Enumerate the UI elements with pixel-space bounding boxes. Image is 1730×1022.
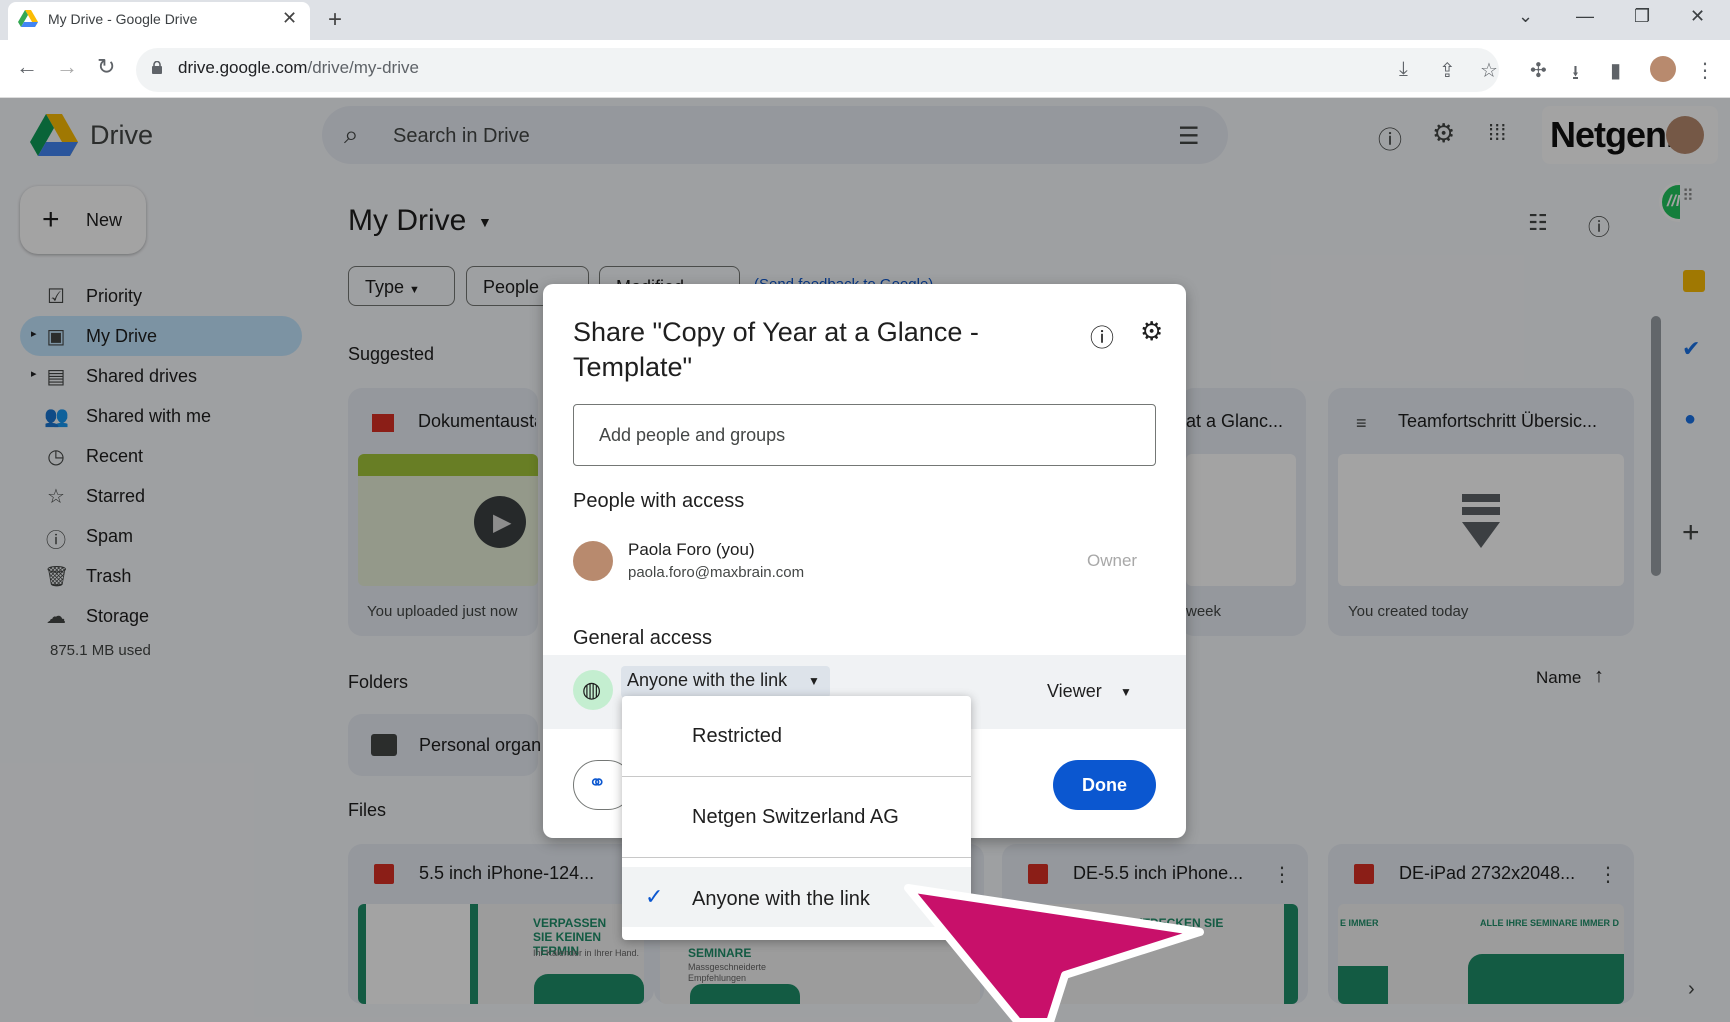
menu-item-restricted[interactable] <box>622 700 971 772</box>
reload-icon[interactable]: ↻ <box>97 54 115 80</box>
lock-icon <box>152 61 162 74</box>
person-avatar <box>573 541 613 581</box>
menu-item-label: Netgen Switzerland AG <box>692 806 899 828</box>
done-button[interactable]: Done <box>1053 760 1156 810</box>
role-dropdown-arrow-icon[interactable]: ▼ <box>1120 685 1132 699</box>
menu-item-label: Anyone with the link <box>692 888 870 910</box>
access-level-value: Anyone with the link <box>627 670 788 690</box>
role-dropdown[interactable]: Viewer <box>1047 681 1102 702</box>
downloads-icon[interactable]: ⭳ <box>1572 58 1579 92</box>
menu-divider <box>622 776 971 777</box>
add-people-input[interactable]: Add people and groups <box>573 404 1156 466</box>
share-dialog-title: Share "Copy of Year at a Glance - Templa… <box>573 317 979 382</box>
new-tab-icon[interactable]: + <box>328 6 342 34</box>
side-panel-icon[interactable]: ▮ <box>1610 58 1621 83</box>
check-icon: ✓ <box>645 884 664 909</box>
pointer-arrow-annotation <box>904 884 1204 1022</box>
bookmark-star-icon[interactable]: ☆ <box>1480 58 1498 83</box>
menu-divider <box>622 857 971 858</box>
menu-item-label: Restricted <box>692 725 783 747</box>
install-app-icon[interactable]: ⤓ <box>1399 58 1408 81</box>
globe-icon: ◍ <box>582 677 602 702</box>
drive-favicon-icon <box>18 10 38 27</box>
window-close-icon[interactable]: ✕ <box>1690 6 1705 27</box>
person-email: paola.foro@maxbrain.com <box>628 564 805 581</box>
back-icon[interactable]: ← <box>16 54 38 80</box>
profile-avatar[interactable] <box>1650 56 1676 82</box>
tab-search-chevron-icon[interactable]: ⌄ <box>1518 6 1533 27</box>
dropdown-arrow-icon[interactable]: ▼ <box>808 674 820 688</box>
tab-close-icon[interactable]: ✕ <box>282 8 297 29</box>
dialog-settings-icon[interactable]: ⚙ <box>1140 316 1163 347</box>
person-role: Owner <box>1087 551 1138 570</box>
dialog-help-icon[interactable]: ⓘ <box>1090 318 1114 353</box>
person-name: Paola Foro (you) <box>628 540 755 559</box>
extensions-icon[interactable]: ✣ <box>1530 58 1547 83</box>
general-access-heading: General access <box>573 627 712 649</box>
restore-icon[interactable]: ❐ <box>1634 6 1650 27</box>
url-text[interactable]: drive.google.com/drive/my-drive <box>178 58 419 78</box>
link-icon: ⚭ <box>588 770 607 795</box>
chrome-menu-icon[interactable]: ⋮ <box>1695 58 1715 83</box>
tab-title: My Drive - Google Drive <box>48 11 198 27</box>
share-page-icon[interactable]: ⇪ <box>1439 58 1456 83</box>
minimize-icon[interactable]: — <box>1576 6 1594 27</box>
people-with-access-heading: People with access <box>573 490 745 512</box>
forward-icon[interactable]: → <box>56 54 78 80</box>
